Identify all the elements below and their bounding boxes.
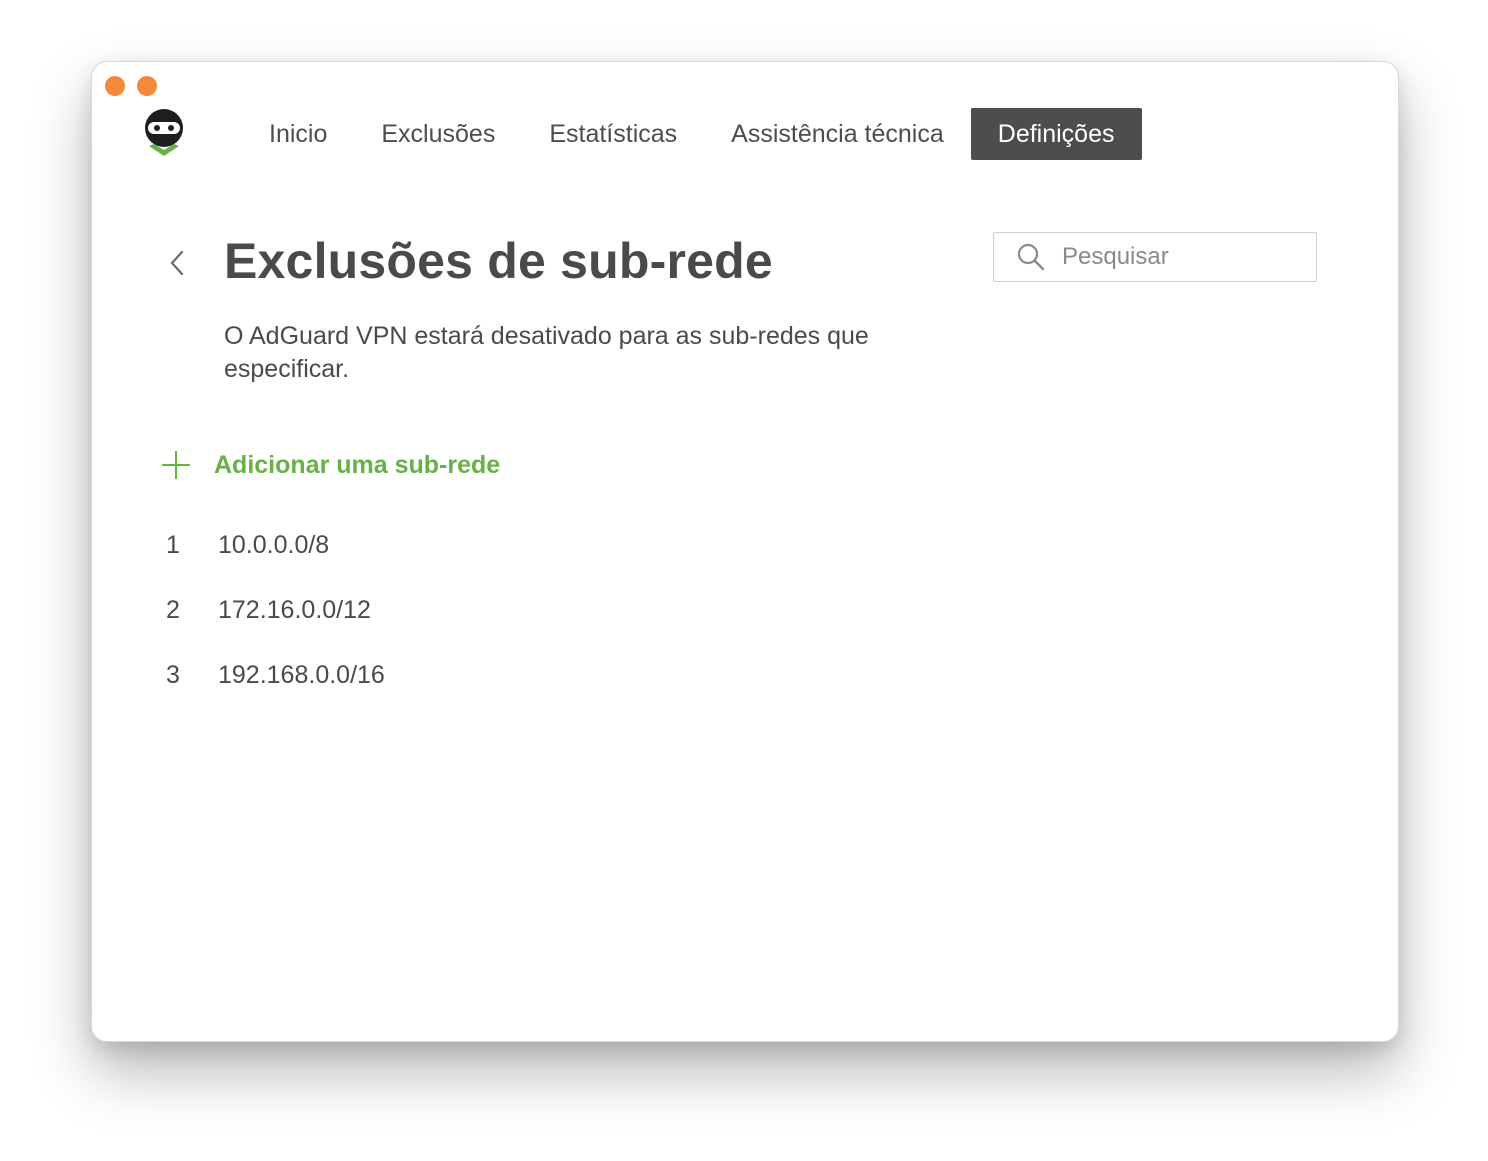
subnet-row[interactable]: 1 10.0.0.0/8 — [166, 513, 385, 578]
add-subnet-button[interactable]: Adicionar uma sub-rede — [160, 449, 500, 481]
subnet-row[interactable]: 3 192.168.0.0/16 — [166, 643, 385, 708]
adguard-ninja-icon[interactable] — [141, 106, 187, 162]
traffic-lights — [105, 76, 157, 96]
page-title: Exclusões de sub-rede — [224, 233, 773, 289]
subnet-list: 1 10.0.0.0/8 2 172.16.0.0/12 3 192.168.0… — [166, 513, 385, 708]
subnet-value: 172.16.0.0/12 — [218, 596, 371, 624]
page-description: O AdGuard VPN estará desativado para as … — [224, 322, 869, 383]
subnet-index: 3 — [166, 661, 180, 689]
tab-assistencia-tecnica[interactable]: Assistência técnica — [704, 108, 971, 160]
search-box[interactable] — [993, 232, 1317, 282]
main-nav: Inicio Exclusões Estatísticas Assistênci… — [242, 108, 1142, 160]
tab-exclusoes[interactable]: Exclusões — [354, 108, 522, 160]
close-window-button[interactable] — [105, 76, 125, 96]
app-window: Inicio Exclusões Estatísticas Assistênci… — [91, 61, 1399, 1042]
tab-inicio[interactable]: Inicio — [242, 108, 354, 160]
tab-definicoes[interactable]: Definições — [970, 108, 1142, 160]
subnet-index: 1 — [166, 531, 180, 559]
subnet-row[interactable]: 2 172.16.0.0/12 — [166, 578, 385, 643]
back-chevron-icon[interactable] — [166, 248, 188, 278]
tab-estatisticas[interactable]: Estatísticas — [522, 108, 704, 160]
add-subnet-label: Adicionar uma sub-rede — [214, 450, 501, 479]
subnet-index: 2 — [166, 596, 180, 624]
stage: Inicio Exclusões Estatísticas Assistênci… — [0, 0, 1488, 1161]
minimize-window-button[interactable] — [137, 76, 157, 96]
plus-icon — [162, 451, 190, 479]
subnet-value: 192.168.0.0/16 — [218, 661, 385, 689]
search-icon — [1017, 243, 1045, 271]
search-input[interactable] — [1060, 242, 1304, 272]
subnet-value: 10.0.0.0/8 — [218, 531, 330, 559]
